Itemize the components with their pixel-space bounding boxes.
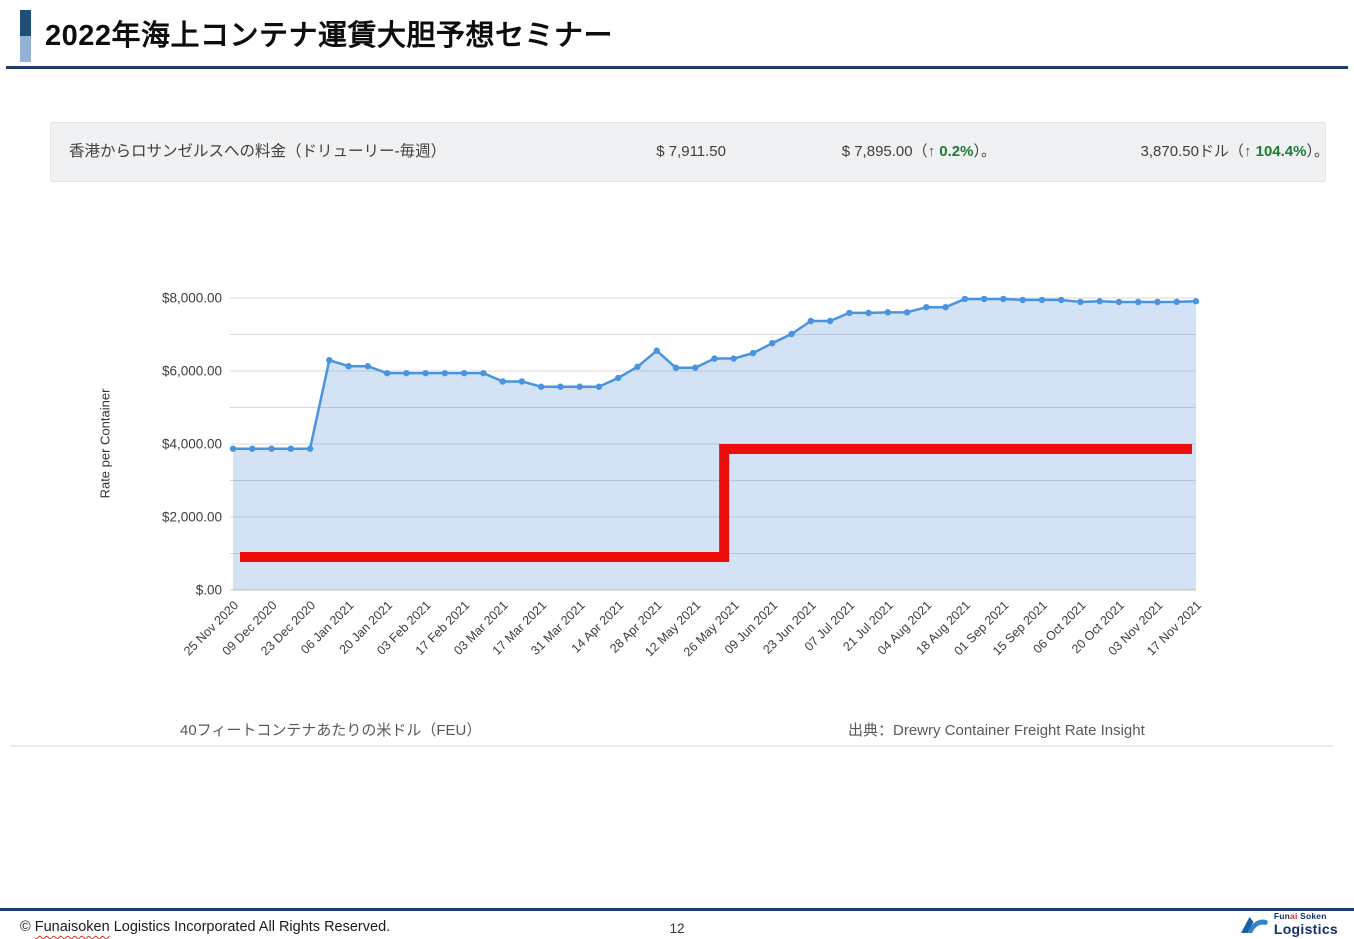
company-logo: Funai Soken Logistics [1240,912,1338,936]
accent-bar-top [20,10,31,36]
weekly-change-group: $ 7,895.00（↑ 0.2%）。 [751,123,996,181]
logo-logistics-line: Logistics [1273,920,1338,937]
svg-text:$.00: $.00 [196,583,222,598]
paren-close: ）。 [973,143,996,160]
footer-divider [0,908,1354,911]
logo-company-line: Funai Soken [1273,911,1327,921]
paren-open: （ [1228,143,1244,160]
current-rate-value: $ 7,911.50 [656,143,726,160]
title-accent-bar [20,10,31,62]
yoy-change-group: 3,870.50ドル（↑ 104.4%）。 [1061,123,1329,181]
company-name: Funaisoken [34,919,110,935]
section-divider [10,745,1333,747]
yoy-change-value: ↑ 104.4% [1243,143,1307,160]
yoy-rate-value: 3,870.50ドル [1140,143,1229,160]
copyright-rest: Logistics Incorporated All Rights Reserv… [109,919,391,935]
page-number: 12 [669,921,685,936]
seminar-slide: 2022年海上コンテナ運賃大胆予想セミナー 香港からロサンゼルスへの料金（ドリュ… [0,0,1354,939]
svg-text:$4,000.00: $4,000.00 [162,437,222,452]
accent-bar-bottom [20,36,31,62]
svg-text:$6,000.00: $6,000.00 [162,364,222,379]
chart-source-caption: 出典：Drewry Container Freight Rate Insight [848,722,1145,739]
logo-text: Funai Soken Logistics [1274,912,1338,936]
paren-open: （ [912,143,928,160]
previous-rate-value: $ 7,895.00 [841,143,913,160]
title-divider [6,66,1348,69]
copyright-symbol: © [20,919,35,935]
copyright-text: © Funaisoken Logistics Incorporated All … [20,919,390,935]
weekly-change-value: ↑ 0.2% [927,143,974,160]
rate-summary-bar: 香港からロサンゼルスへの料金（ドリューリー-毎週） $ 7,911.50 $ 7… [50,122,1329,182]
svg-text:$8,000.00: $8,000.00 [162,291,222,306]
logo-wave-icon [1240,917,1268,934]
route-label: 香港からロサンゼルスへの料金（ドリューリー-毎週） [69,143,447,160]
svg-text:$2,000.00: $2,000.00 [162,510,222,525]
chart-unit-caption: 40フィートコンテナあたりの米ドル（FEU） [180,722,482,739]
freight-rate-chart-canvas: $.00 $2,000.00 $4,000.00 $6,000.00 $8,000.00… [162,291,1204,660]
paren-close: ）。 [1306,143,1329,160]
page-title: 2022年海上コンテナ運賃大胆予想セミナー [45,20,614,52]
